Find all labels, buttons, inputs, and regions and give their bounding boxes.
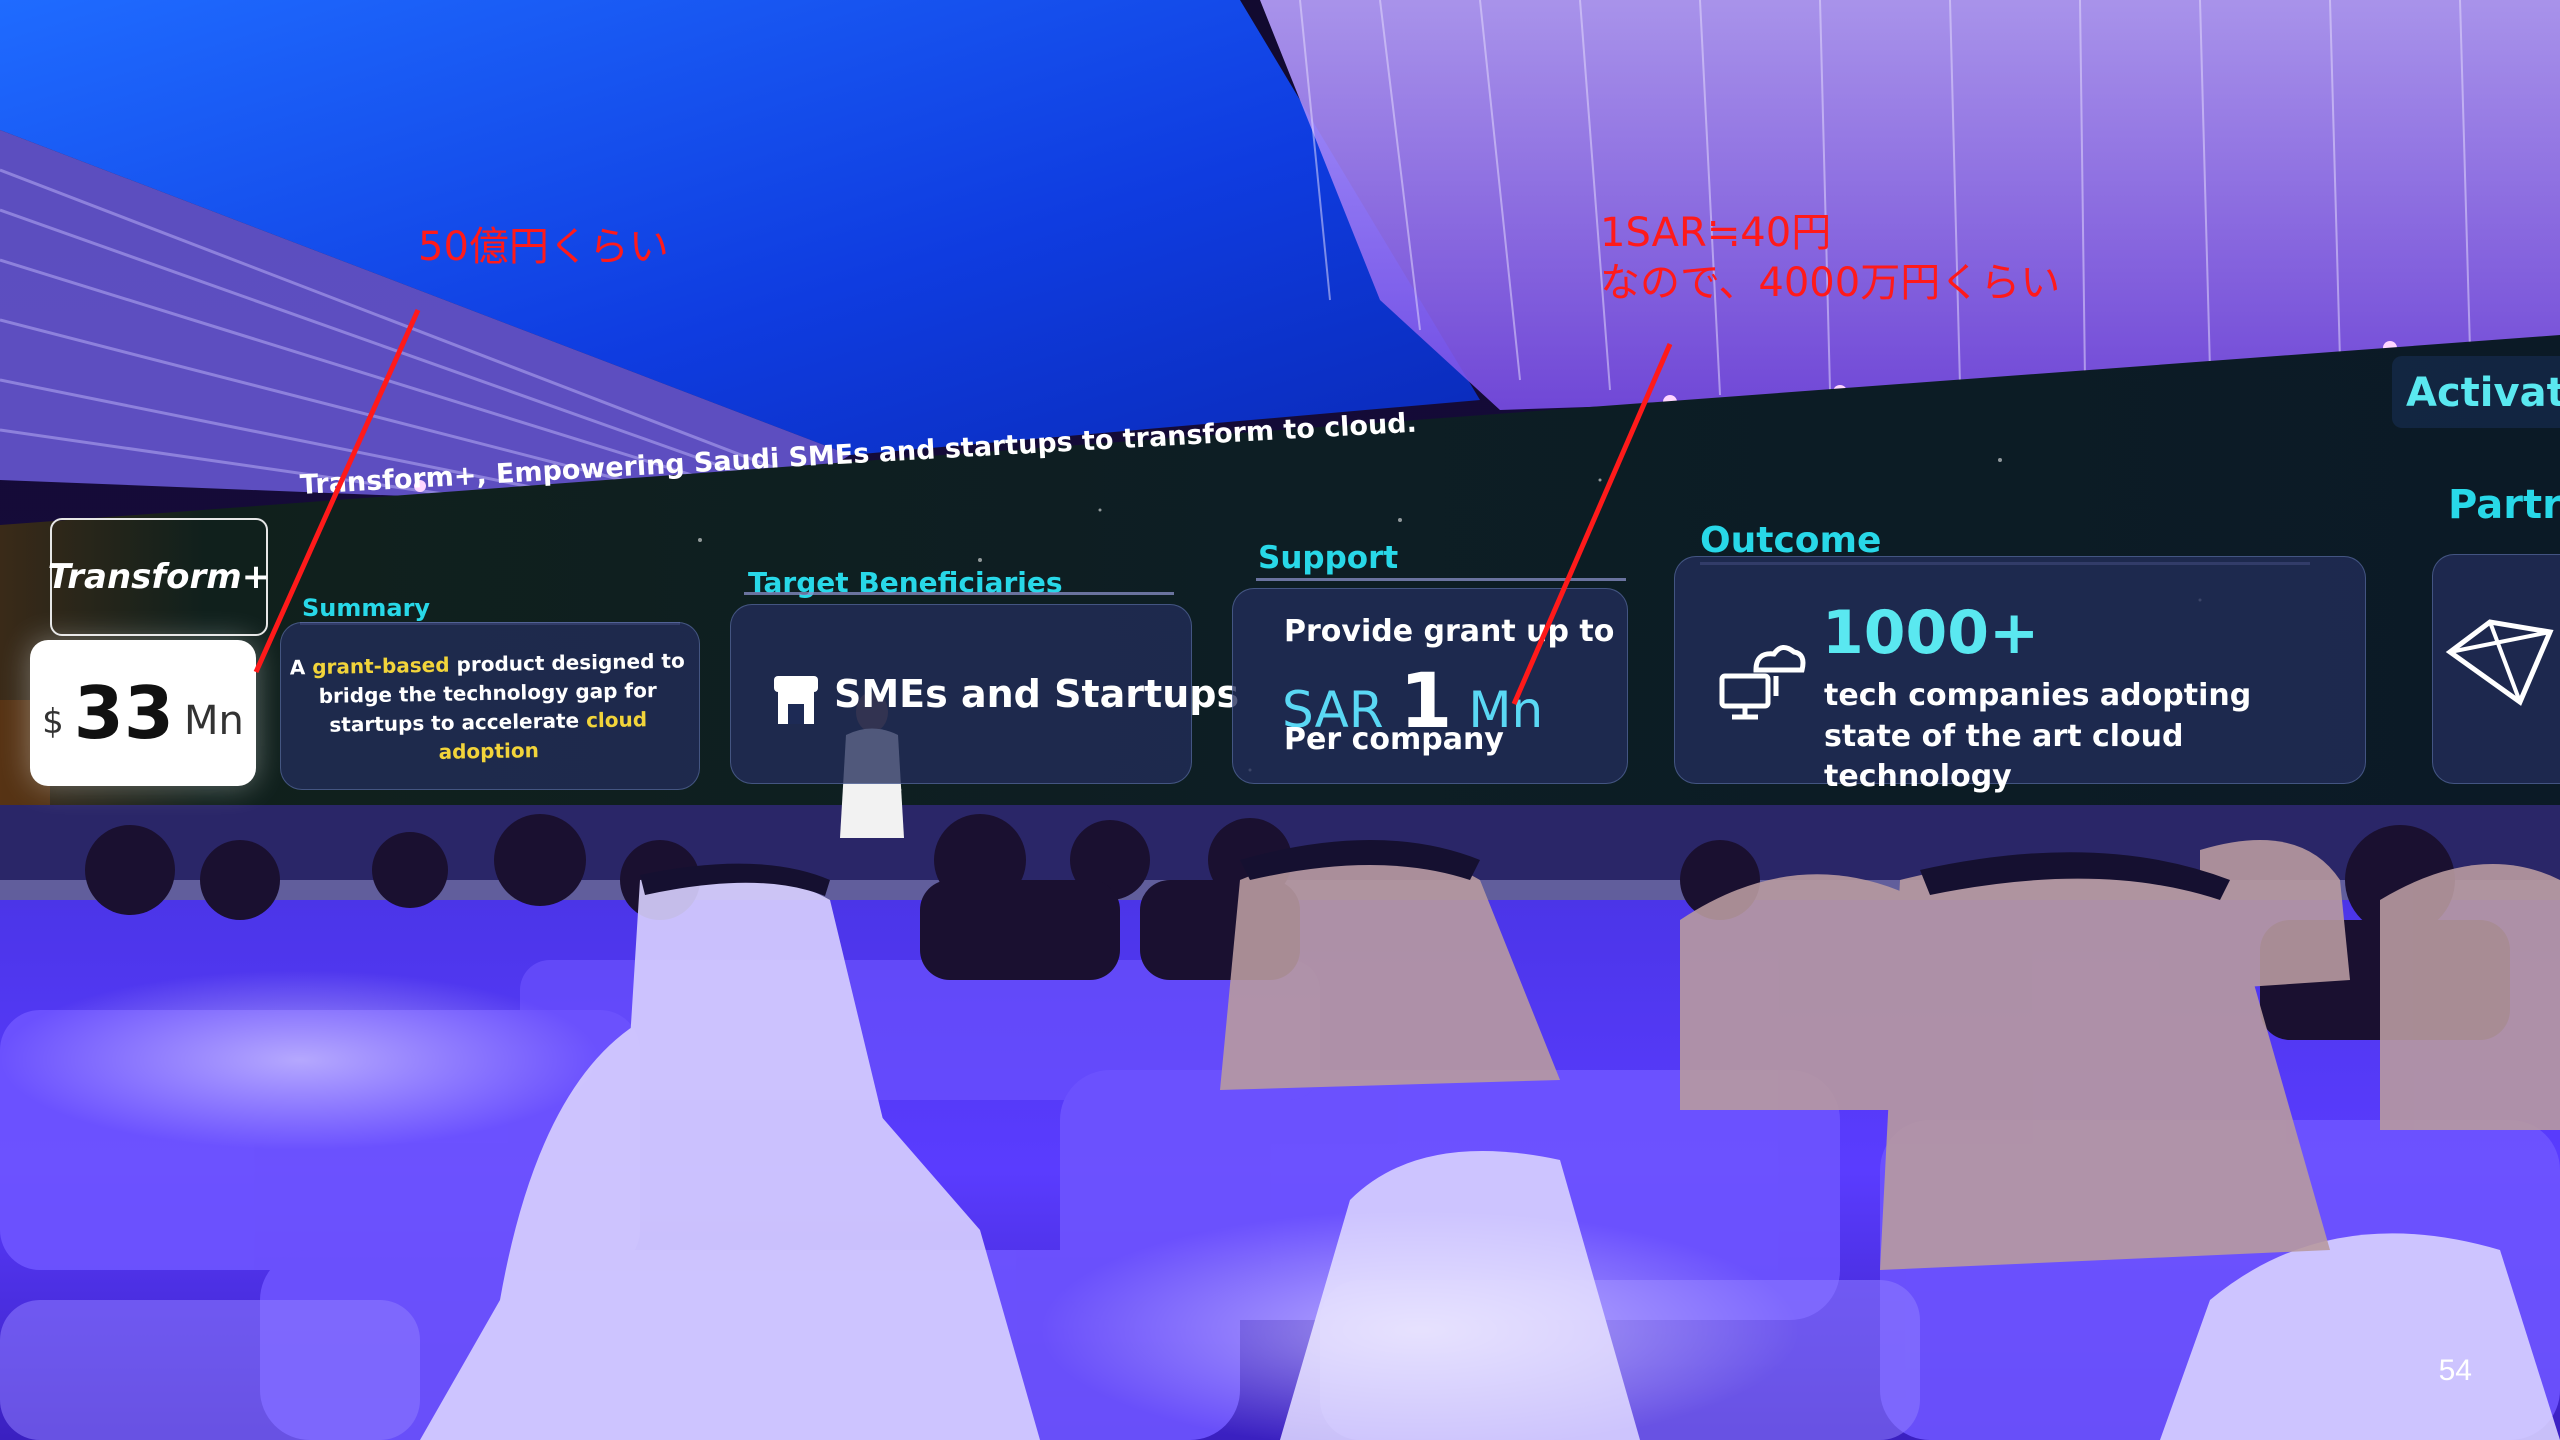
transform-plus-logo: Transform+ — [47, 518, 271, 636]
support-line3: Per company — [1284, 722, 1504, 757]
crystal-icon — [2445, 619, 2554, 706]
right-annotation-line1: 1SAR≒40円 — [1600, 210, 1832, 256]
summary-highlight-grant: grant-based — [312, 652, 450, 680]
budget-number: 33 — [73, 671, 174, 755]
outcome-description: tech companies adopting state of the art… — [1824, 678, 2252, 794]
left-annotation: 50億円くらい — [418, 224, 669, 270]
activate-label: Activat — [2392, 356, 2560, 428]
budget-unit: Mn — [183, 698, 244, 744]
summary-text: A grant-based product designed to bridge… — [287, 647, 689, 770]
right-annotation-line2: なので、4000万円くらい — [1600, 260, 2061, 306]
event-photo: Transform+, Empowering Saudi SMEs and st… — [0, 0, 2560, 1440]
target-text: SMEs and Startups — [834, 672, 1240, 716]
budget-box: $ 33 Mn — [30, 640, 256, 786]
outcome-number: 1000+ — [1822, 598, 2040, 668]
right-annotation: 1SAR≒40円 なので、4000万円くらい — [1600, 208, 2060, 308]
summary-heading: Summary — [302, 594, 431, 622]
cloud-computer-icon — [1719, 645, 1806, 720]
support-heading: Support — [1258, 540, 1399, 576]
store-icon — [774, 676, 818, 724]
summary-part1: A — [289, 655, 313, 680]
page-number: 54 — [2438, 1354, 2472, 1387]
partners-heading: Partr — [2448, 482, 2560, 528]
support-divider — [1256, 578, 1626, 581]
support-line1: Provide grant up to — [1284, 614, 1615, 649]
target-divider — [744, 592, 1174, 595]
outcome-heading: Outcome — [1700, 520, 1882, 561]
logo-text: Transform+ — [47, 557, 271, 597]
budget-currency: $ — [42, 702, 64, 742]
